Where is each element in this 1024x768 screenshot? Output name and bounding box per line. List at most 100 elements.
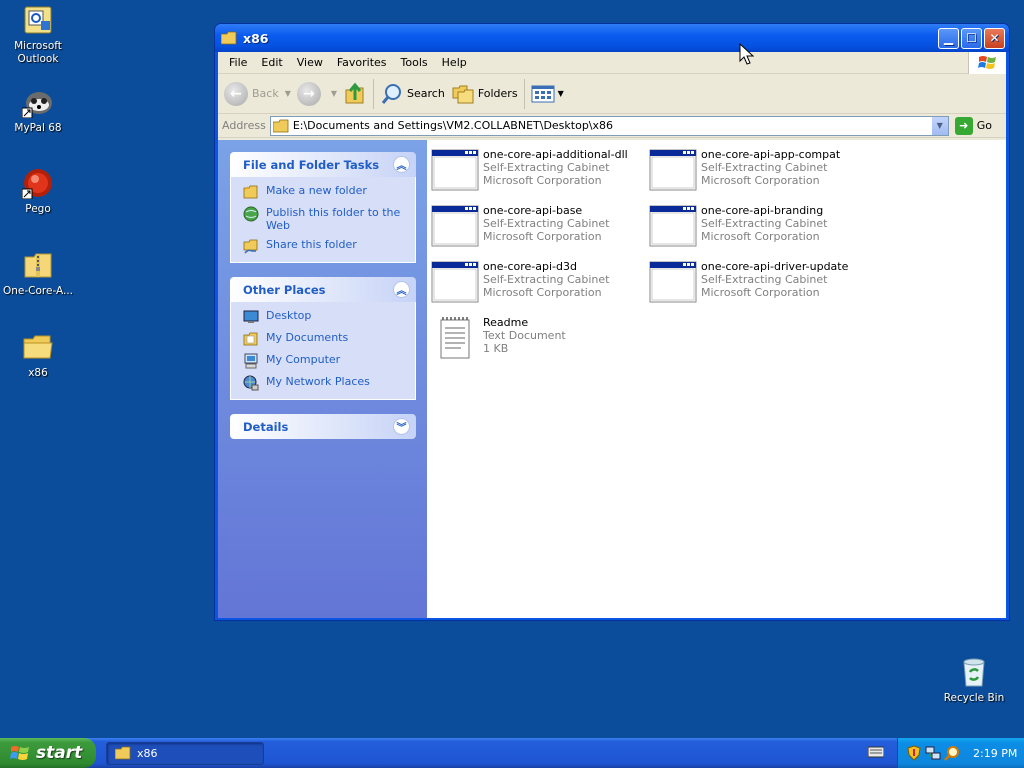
details-panel: Details ︾ <box>230 414 416 439</box>
file-name: one-core-api-d3d <box>483 260 577 273</box>
up-folder-icon <box>345 82 364 103</box>
file-type: Self-Extracting Cabinet <box>483 273 610 286</box>
minimize-button[interactable]: ▁ <box>938 27 959 49</box>
window-client: File Edit View Favorites Tools Help ← Ba… <box>218 52 1006 618</box>
views-button[interactable]: ▼ <box>531 84 564 104</box>
desktop-icon-x86[interactable]: x86 <box>0 331 76 380</box>
cabinet-file-icon <box>431 149 479 191</box>
pego-icon <box>21 167 54 200</box>
my-computer-link[interactable]: My Computer <box>243 353 409 369</box>
file-item[interactable]: one-core-api-d3d Self-Extracting Cabinet… <box>431 260 646 304</box>
file-item[interactable]: one-core-api-app-compat Self-Extracting … <box>649 148 864 192</box>
collapse-icon[interactable]: ︽ <box>393 156 410 173</box>
close-button[interactable]: ✕ <box>984 27 1005 49</box>
security-shield-icon[interactable] <box>906 745 922 761</box>
file-company: Microsoft Corporation <box>483 286 602 299</box>
my-network-places-link[interactable]: My Network Places <box>243 375 409 391</box>
file-folder-tasks-header[interactable]: File and Folder Tasks ︽ <box>230 152 416 177</box>
window-title: x86 <box>243 30 269 46</box>
mouse-cursor-icon <box>739 43 755 65</box>
desktop-icon-recycle-bin[interactable]: Recycle Bin <box>936 656 1012 705</box>
other-places-panel: Other Places ︽ Desktop My Documents My C… <box>230 277 416 400</box>
file-type: Self-Extracting Cabinet <box>701 217 828 230</box>
standard-toolbar: ← Back ▼ → ▼ Search Folders ▼ <box>218 74 1006 114</box>
other-places-header[interactable]: Other Places ︽ <box>230 277 416 302</box>
details-header[interactable]: Details ︾ <box>230 414 416 439</box>
expand-icon[interactable]: ︾ <box>393 418 410 435</box>
forward-button[interactable]: → ▼ <box>296 81 337 106</box>
search-label: Search <box>407 87 445 100</box>
make-new-folder-link[interactable]: Make a new folder <box>243 184 409 200</box>
network-places-icon <box>243 375 259 391</box>
file-item[interactable]: one-core-api-base Self-Extracting Cabine… <box>431 204 646 248</box>
toolbar-separator <box>523 78 525 109</box>
address-input[interactable]: E:\Documents and Settings\VM2.COLLABNET\… <box>269 115 949 136</box>
share-folder-icon <box>243 239 258 254</box>
file-type: Self-Extracting Cabinet <box>701 161 828 174</box>
menu-tools[interactable]: Tools <box>394 56 435 69</box>
start-label: start <box>36 743 83 763</box>
menu-bar: File Edit View Favorites Tools Help <box>218 52 1006 74</box>
link-label: Make a new folder <box>266 184 367 197</box>
menu-favorites[interactable]: Favorites <box>330 56 394 69</box>
taskbar-item-x86[interactable]: x86 <box>106 741 264 765</box>
go-button[interactable]: ➜ Go <box>954 116 992 135</box>
up-folder-button[interactable] <box>343 82 367 106</box>
outlook-icon <box>22 4 54 36</box>
file-type: Self-Extracting Cabinet <box>701 273 828 286</box>
folder-icon <box>22 331 54 363</box>
cabinet-file-icon <box>649 261 697 303</box>
folder-icon <box>221 31 237 45</box>
recycle-bin-icon <box>958 656 990 688</box>
link-label: My Documents <box>266 331 349 344</box>
desktop-icon-label: MyPal 68 <box>14 122 62 134</box>
menu-view[interactable]: View <box>290 56 330 69</box>
publish-folder-link[interactable]: Publish this folder to the Web <box>243 206 409 232</box>
file-list: one-core-api-additional-dll Self-Extract… <box>427 140 1006 618</box>
menu-edit[interactable]: Edit <box>254 56 289 69</box>
my-documents-icon <box>243 332 258 346</box>
file-item[interactable]: one-core-api-branding Self-Extracting Ca… <box>649 204 864 248</box>
maximize-button[interactable]: ☐ <box>961 27 982 49</box>
start-button[interactable]: start <box>0 738 96 768</box>
keyboard-icon[interactable] <box>868 746 884 758</box>
title-bar[interactable]: x86 ▁ ☐ ✕ <box>215 24 1009 52</box>
desktop-icon-one-core[interactable]: One-Core-A... <box>0 249 76 298</box>
content-area: File and Folder Tasks ︽ Make a new folde… <box>218 140 1006 618</box>
desktop-icon-outlook[interactable]: Microsoft Outlook <box>0 4 76 66</box>
file-item[interactable]: one-core-api-driver-update Self-Extracti… <box>649 260 864 304</box>
windows-logo-icon <box>968 52 1006 74</box>
desktop-icon-mypal[interactable]: MyPal 68 <box>0 86 76 135</box>
cabinet-file-icon <box>649 149 697 191</box>
views-icon <box>531 85 555 102</box>
collapse-icon[interactable]: ︽ <box>393 281 410 298</box>
search-button[interactable]: Search <box>380 82 445 106</box>
file-item[interactable]: Readme Text Document 1 KB <box>431 316 646 360</box>
folders-button[interactable]: Folders <box>451 82 518 106</box>
share-folder-link[interactable]: Share this folder <box>243 238 409 254</box>
my-computer-icon <box>244 353 258 369</box>
address-dropdown-button[interactable]: ▼ <box>930 116 948 135</box>
cabinet-file-icon <box>431 261 479 303</box>
file-item[interactable]: one-core-api-additional-dll Self-Extract… <box>431 148 646 192</box>
address-value: E:\Documents and Settings\VM2.COLLABNET\… <box>292 119 614 132</box>
network-icon[interactable] <box>925 745 941 761</box>
menu-file[interactable]: File <box>222 56 254 69</box>
my-documents-link[interactable]: My Documents <box>243 331 409 347</box>
menu-help[interactable]: Help <box>435 56 474 69</box>
toolbar-separator <box>373 78 375 109</box>
close-icon: ✕ <box>989 31 1000 45</box>
publish-web-icon <box>243 206 259 222</box>
clock[interactable]: 2:19 PM <box>973 747 1017 760</box>
task-pane: File and Folder Tasks ︽ Make a new folde… <box>218 140 427 618</box>
file-type: Text Document <box>483 329 566 342</box>
desktop-icon-pego[interactable]: Pego <box>0 167 76 216</box>
search-icon <box>381 83 402 104</box>
desktop-link[interactable]: Desktop <box>243 309 409 325</box>
desktop-icon-label: Microsoft Outlook <box>14 40 62 65</box>
text-document-icon <box>440 317 470 359</box>
file-name: one-core-api-base <box>483 204 583 217</box>
back-button[interactable]: ← Back ▼ <box>224 81 291 106</box>
search-icon[interactable] <box>944 745 960 761</box>
chevron-down-icon: ▼ <box>284 89 291 98</box>
